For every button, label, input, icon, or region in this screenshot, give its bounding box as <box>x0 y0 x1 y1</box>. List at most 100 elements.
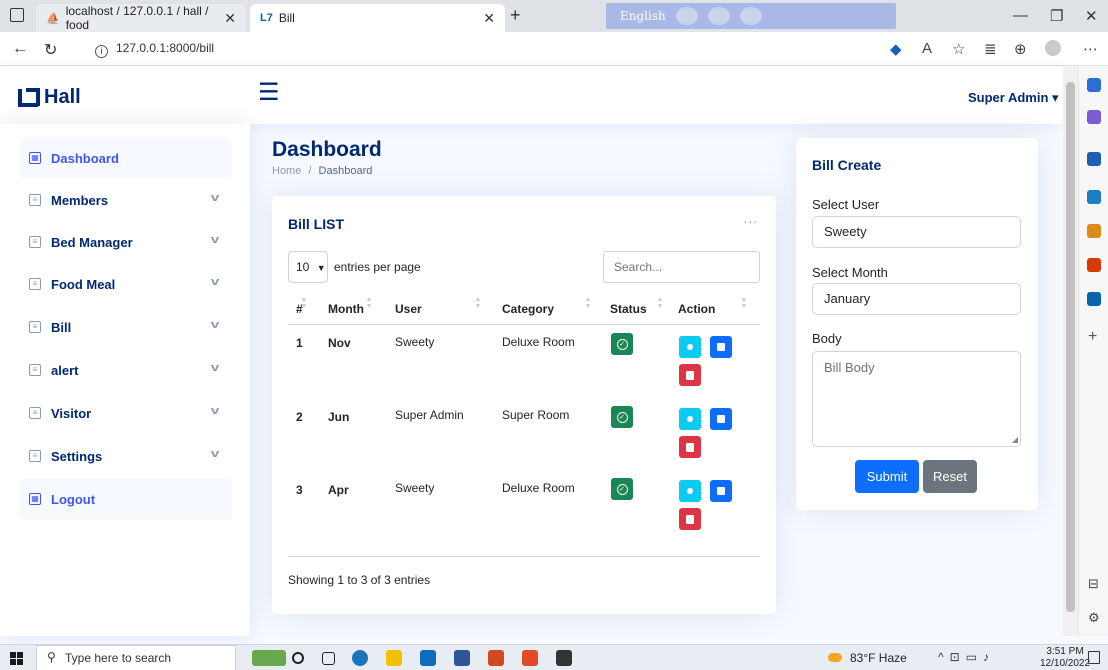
browser-tab-bill[interactable]: L7 Bill ✕ <box>250 4 505 32</box>
terminal-icon[interactable] <box>556 650 572 666</box>
favorite-star-icon[interactable]: ☆ <box>952 40 965 58</box>
sidebar-item-visitor[interactable]: ≡ Visitor v <box>20 393 232 433</box>
url-field[interactable]: i 127.0.0.1:8000/bill <box>95 41 214 58</box>
sidebar-toggle-icon[interactable]: ⊟ <box>1088 576 1099 592</box>
word-icon[interactable] <box>454 650 470 666</box>
brand-logo[interactable]: Hall <box>18 86 81 109</box>
sidebar-item-bed-manager[interactable]: ≡ Bed Manager v <box>20 222 232 262</box>
office-icon[interactable] <box>1087 258 1101 272</box>
tools-icon[interactable] <box>1087 190 1101 204</box>
sidebar-item-logout[interactable]: ▦ Logout <box>20 479 232 519</box>
sidebar-item-settings[interactable]: ≡ Settings v <box>20 436 232 476</box>
tab-actions-icon[interactable] <box>10 8 24 22</box>
body-textarea[interactable]: Bill Body ◢ <box>812 351 1021 447</box>
restore-icon[interactable]: ❐ <box>1050 7 1063 25</box>
sort-icon[interactable]: ▲ ▼ <box>584 296 592 310</box>
reset-button[interactable]: Reset <box>923 460 977 493</box>
select-user-field[interactable]: Sweety <box>812 216 1021 248</box>
settings-icon[interactable]: ⚙ <box>1088 610 1100 626</box>
sort-icon[interactable]: ▲ ▼ <box>740 296 748 310</box>
network-icon[interactable]: ⊡ <box>950 650 966 664</box>
copilot-icon[interactable] <box>1087 110 1101 124</box>
column-header-category[interactable]: Category <box>502 302 554 316</box>
delete-button[interactable] <box>679 508 701 530</box>
taskbar-clock[interactable]: 3:51 PM 12/10/2022 <box>1040 646 1090 670</box>
sidebar-item-members[interactable]: ≡ Members v <box>20 180 232 220</box>
collections-icon[interactable]: ⊕ <box>1014 40 1027 58</box>
sidebar-item-dashboard[interactable]: ▦ Dashboard <box>20 138 232 178</box>
page-scrollbar[interactable] <box>1063 66 1078 636</box>
breadcrumb-home[interactable]: Home <box>272 165 301 177</box>
shopping-icon[interactable] <box>1087 152 1101 166</box>
file-explorer-icon[interactable] <box>386 650 402 666</box>
edit-button[interactable] <box>710 480 732 502</box>
hamburger-menu-icon[interactable]: ☰ <box>258 81 280 105</box>
cortana-icon[interactable] <box>292 652 304 664</box>
back-icon[interactable]: ← <box>12 40 28 58</box>
resize-handle-icon[interactable]: ◢ <box>1012 435 1018 444</box>
notification-icon[interactable] <box>1088 651 1100 664</box>
column-header-status[interactable]: Status <box>610 302 647 316</box>
translate-option-icon[interactable] <box>739 7 762 25</box>
minimize-icon[interactable]: — <box>1013 7 1028 24</box>
profile-avatar[interactable] <box>1045 40 1061 56</box>
site-info-icon[interactable]: i <box>95 45 108 58</box>
edge-icon[interactable] <box>352 650 368 666</box>
view-button[interactable] <box>679 480 701 502</box>
more-icon[interactable]: ⋯ <box>1083 40 1098 58</box>
read-aloud-icon[interactable]: A <box>922 40 932 57</box>
system-tray[interactable]: ^⊡▭♪ <box>938 650 995 664</box>
chevron-up-icon[interactable]: ^ <box>938 650 950 664</box>
sidebar-item-alert[interactable]: ≡ alert v <box>20 350 232 390</box>
submit-button[interactable]: Submit <box>855 460 919 493</box>
add-icon[interactable]: + <box>1088 328 1097 346</box>
edit-button[interactable] <box>710 408 732 430</box>
search-icon[interactable] <box>1087 78 1101 92</box>
games-icon[interactable] <box>1087 224 1101 238</box>
view-button[interactable] <box>679 336 701 358</box>
sort-icon[interactable]: ▲ ▼ <box>656 296 664 310</box>
battery-icon[interactable]: ▭ <box>966 650 983 664</box>
weather-widget[interactable]: 83°F Haze <box>828 651 907 665</box>
sidebar-item-food-meal[interactable]: ≡ Food Meal v <box>20 264 232 304</box>
delete-button[interactable] <box>679 364 701 386</box>
translate-toolbar[interactable]: English <box>606 3 896 29</box>
browser-tab-phpmyadmin[interactable]: ⛵ localhost / 127.0.0.1 / hall / food ✕ <box>36 4 246 32</box>
edit-button[interactable] <box>710 336 732 358</box>
volume-icon[interactable]: ♪ <box>983 650 995 664</box>
column-header-action[interactable]: Action <box>678 302 715 316</box>
taskbar-search-input[interactable]: ⚲ Type here to search <box>36 645 236 670</box>
entries-per-page-select[interactable]: 10 ▼ <box>288 251 328 283</box>
scrollbar-thumb[interactable] <box>1066 82 1075 612</box>
extension-icon[interactable]: ◆ <box>890 40 902 58</box>
sort-icon[interactable]: ▲ ▼ <box>474 296 482 310</box>
new-tab-icon[interactable]: + <box>510 5 521 26</box>
sort-icon[interactable]: ▲ ▼ <box>365 296 373 310</box>
status-button[interactable]: ✓ <box>611 478 633 500</box>
status-button[interactable]: ✓ <box>611 406 633 428</box>
window-close-icon[interactable]: ✕ <box>1085 7 1098 25</box>
column-header-user[interactable]: User <box>395 302 422 316</box>
user-menu-dropdown[interactable]: Super Admin ▾ <box>968 90 1059 106</box>
refresh-icon[interactable]: ↻ <box>44 40 57 60</box>
delete-button[interactable] <box>679 436 701 458</box>
select-month-field[interactable]: January <box>812 283 1021 315</box>
card-menu-icon[interactable]: ... <box>743 210 758 226</box>
widgets-icon[interactable] <box>252 650 286 666</box>
close-tab-icon[interactable]: ✕ <box>483 10 495 27</box>
close-tab-icon[interactable]: ✕ <box>224 10 236 27</box>
column-header-month[interactable]: Month <box>328 302 364 316</box>
view-button[interactable] <box>679 408 701 430</box>
search-input[interactable]: Search... <box>603 251 760 283</box>
translate-option-icon[interactable] <box>707 7 730 25</box>
task-view-icon[interactable] <box>322 652 335 665</box>
status-button[interactable]: ✓ <box>611 333 633 355</box>
translate-option-icon[interactable] <box>675 7 698 25</box>
mail-icon[interactable] <box>420 650 436 666</box>
xampp-icon[interactable] <box>522 650 538 666</box>
sort-icon[interactable]: ▲ ▼ <box>300 296 308 310</box>
photoshop-icon[interactable] <box>488 650 504 666</box>
favorites-icon[interactable]: ≣ <box>984 40 997 58</box>
sidebar-item-bill[interactable]: ≡ Bill v <box>20 307 232 347</box>
windows-start-icon[interactable] <box>10 652 23 665</box>
